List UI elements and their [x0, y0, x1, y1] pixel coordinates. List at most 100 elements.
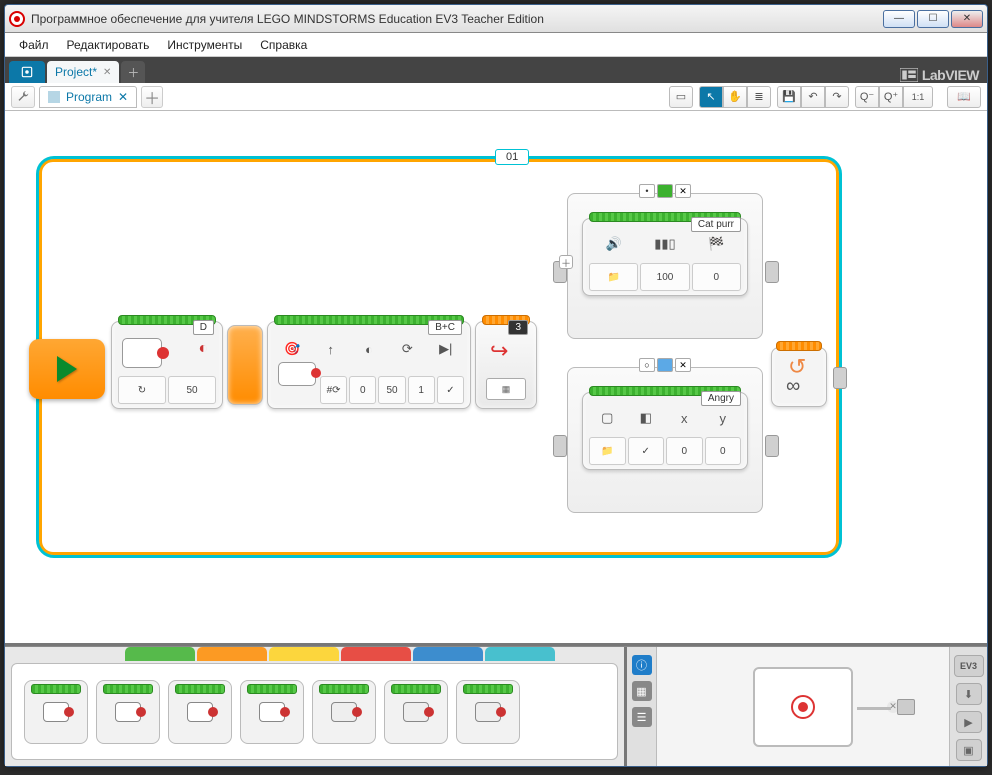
- remove-case-icon[interactable]: ✕: [675, 184, 691, 198]
- brick-icon: [20, 65, 34, 79]
- start-block[interactable]: [29, 339, 105, 399]
- loop-condition[interactable]: ∞: [786, 375, 800, 398]
- palette-tab-myblocks[interactable]: [485, 647, 555, 661]
- case-selector[interactable]: ✕: [639, 184, 691, 198]
- usb-icon: [897, 699, 915, 715]
- program-tab-label: Program: [66, 90, 112, 104]
- add-case-button[interactable]: ＋: [559, 255, 573, 269]
- port-view-tab[interactable]: ▦: [632, 681, 652, 701]
- run-selected-button[interactable]: ▣: [956, 739, 982, 761]
- lobby-tab[interactable]: [9, 61, 45, 83]
- palette-large-motor[interactable]: [96, 680, 160, 744]
- help-book-button[interactable]: 📖: [947, 86, 981, 108]
- brake-param[interactable]: ✓: [437, 376, 464, 404]
- palette-move-tank[interactable]: [240, 680, 304, 744]
- palette-tab-flow[interactable]: [197, 647, 267, 661]
- play-icon: [57, 356, 77, 382]
- medium-motor-block[interactable]: D ◐ ↻ 50: [111, 321, 223, 409]
- rotations-param[interactable]: 1: [408, 376, 435, 404]
- speaker-icon: 🔊: [604, 234, 624, 254]
- file-param[interactable]: 📁: [589, 437, 626, 465]
- file-param[interactable]: 📁: [589, 263, 638, 291]
- playtype-param[interactable]: 0: [692, 263, 741, 291]
- download-button[interactable]: ⬇: [956, 683, 982, 705]
- menu-file[interactable]: Файл: [11, 35, 57, 55]
- close-icon[interactable]: ✕: [118, 90, 128, 104]
- run-button[interactable]: ▶: [956, 711, 982, 733]
- loop-name-label[interactable]: 01: [495, 149, 529, 165]
- menubar: Файл Редактировать Инструменты Справка: [5, 33, 987, 57]
- menu-edit[interactable]: Редактировать: [59, 35, 158, 55]
- port-badge[interactable]: 3: [508, 320, 528, 335]
- save-button[interactable]: 💾: [777, 86, 801, 108]
- add-program-tab[interactable]: ＋: [141, 86, 163, 108]
- clear-icon: ◧: [636, 408, 656, 428]
- sensor-mode-param[interactable]: ▦: [486, 378, 526, 400]
- switch-true-case[interactable]: ✕ Cat purr 🔊 ▮▮▯ 🏁 📁 100 0: [567, 193, 763, 339]
- block-palette: [5, 647, 627, 766]
- canvas[interactable]: 01 D ◐ ↻ 50 B+C: [5, 111, 987, 646]
- project-properties-button[interactable]: [11, 86, 35, 108]
- palette-tab-action[interactable]: [125, 647, 195, 661]
- palette-brick-status[interactable]: [456, 680, 520, 744]
- project-tab-active[interactable]: Project* ✕: [47, 61, 119, 83]
- zoom-reset-button[interactable]: 1:1: [903, 86, 933, 108]
- file-name-badge[interactable]: Cat purr: [691, 217, 741, 232]
- steer-param[interactable]: 0: [349, 376, 376, 404]
- clear-param[interactable]: ✓: [628, 437, 665, 465]
- palette-sound[interactable]: [384, 680, 448, 744]
- switch-false-case[interactable]: ○ ✕ Angry ▢ ◧ x y 📁 ✓: [567, 367, 763, 513]
- mode-param[interactable]: #⟳: [320, 376, 347, 404]
- menu-help[interactable]: Справка: [252, 35, 315, 55]
- gauge-icon: ◐: [198, 340, 208, 358]
- undo-button[interactable]: ↶: [801, 86, 825, 108]
- non-default-case-icon: ○: [639, 358, 655, 372]
- document-button[interactable]: ▭: [669, 86, 693, 108]
- case-selector[interactable]: ○ ✕: [639, 358, 691, 372]
- loop-end-block[interactable]: ↺ ∞: [771, 347, 827, 407]
- loop-start-connector[interactable]: [227, 325, 263, 405]
- move-steering-block[interactable]: B+C 🎯 ↑ ◐ ⟳ ▶| #⟳ 0 50 1 ✓: [267, 321, 471, 409]
- project-tab-label: Project*: [55, 65, 97, 79]
- palette-medium-motor[interactable]: [24, 680, 88, 744]
- zoom-out-button[interactable]: Q⁻: [855, 86, 879, 108]
- add-project-tab[interactable]: ＋: [121, 61, 145, 83]
- port-badge[interactable]: D: [193, 320, 214, 335]
- program-tab-active[interactable]: Program ✕: [39, 86, 137, 108]
- program-icon: [48, 91, 60, 103]
- pointer-tool[interactable]: ↖: [699, 86, 723, 108]
- redo-button[interactable]: ↷: [825, 86, 849, 108]
- port-badge[interactable]: B+C: [428, 320, 462, 335]
- remove-case-icon[interactable]: ✕: [675, 358, 691, 372]
- sound-block[interactable]: Cat purr 🔊 ▮▮▯ 🏁 📁 100 0: [582, 218, 748, 296]
- palette-move-steering[interactable]: [168, 680, 232, 744]
- mode-param[interactable]: ↻: [118, 376, 166, 404]
- volume-param[interactable]: 100: [640, 263, 689, 291]
- comment-tool[interactable]: ≣: [747, 86, 771, 108]
- close-button[interactable]: ✕: [951, 10, 983, 28]
- power-param[interactable]: 50: [378, 376, 405, 404]
- palette-tab-data[interactable]: [341, 647, 411, 661]
- pan-tool[interactable]: ✋: [723, 86, 747, 108]
- palette-tab-advanced[interactable]: [413, 647, 483, 661]
- hardware-tabs: ⓘ ▦ ☰: [627, 647, 657, 766]
- menu-tools[interactable]: Инструменты: [159, 35, 250, 55]
- power-param[interactable]: 50: [168, 376, 216, 404]
- palette-tab-sensor[interactable]: [269, 647, 339, 661]
- gauge-icon: ◐: [359, 339, 379, 359]
- zoom-in-button[interactable]: Q⁺: [879, 86, 903, 108]
- maximize-button[interactable]: ☐: [917, 10, 949, 28]
- palette-display[interactable]: [312, 680, 376, 744]
- close-icon[interactable]: ✕: [103, 67, 111, 78]
- motor-pair-icon: [278, 362, 316, 386]
- window-controls: — ☐ ✕: [883, 10, 983, 28]
- minimize-button[interactable]: —: [883, 10, 915, 28]
- x-param[interactable]: 0: [666, 437, 703, 465]
- switch-block[interactable]: 3 ↪ ▦: [475, 321, 537, 409]
- display-block[interactable]: Angry ▢ ◧ x y 📁 ✓ 0 0: [582, 392, 748, 470]
- y-axis-icon: y: [713, 408, 733, 428]
- file-name-badge[interactable]: Angry: [701, 391, 741, 406]
- available-bricks-tab[interactable]: ☰: [632, 707, 652, 727]
- y-param[interactable]: 0: [705, 437, 742, 465]
- brick-info-tab[interactable]: ⓘ: [632, 655, 652, 675]
